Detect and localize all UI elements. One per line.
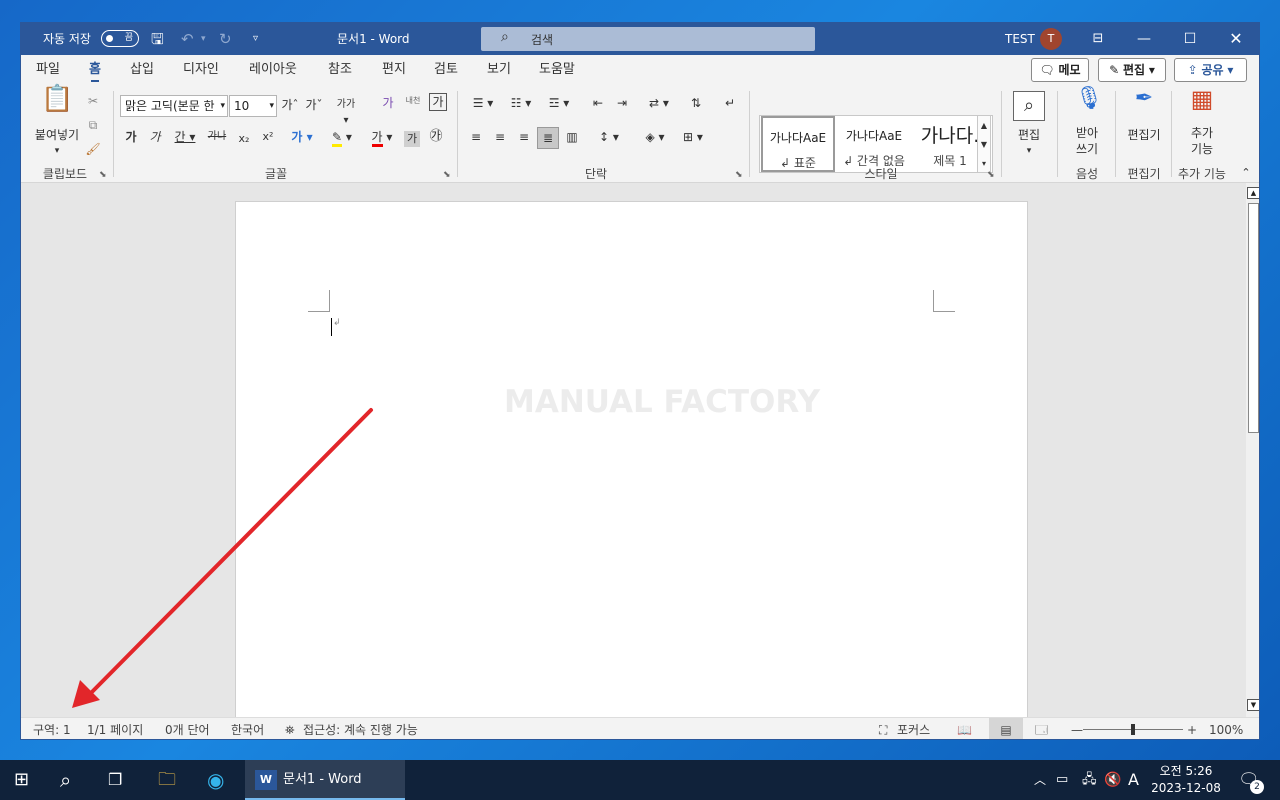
windows-start-icon[interactable]: ⊞ — [14, 760, 29, 800]
taskbar-word-button[interactable]: W 문서1 - Word — [245, 760, 405, 800]
annotation-arrow — [72, 408, 373, 708]
edge-icon[interactable]: ◉ — [207, 760, 224, 800]
taskbar-word-label: 문서1 - Word — [283, 772, 362, 787]
clock-date: 2023-12-08 — [1151, 781, 1221, 795]
search-icon[interactable]: ⌕ — [60, 760, 71, 800]
volume-muted-icon[interactable]: 🔇 — [1104, 760, 1121, 800]
network-icon[interactable]: 🖧 — [1082, 760, 1097, 800]
battery-icon[interactable]: ▭ — [1056, 760, 1068, 800]
ime-indicator[interactable]: A — [1128, 760, 1139, 800]
task-view-icon[interactable]: ❐ — [108, 760, 122, 800]
taskbar: ⊞ ⌕ ❐ 🗀 ◉ W 문서1 - Word ︿ ▭ 🖧 🔇 A 오전 5:26… — [0, 760, 1280, 800]
clock-time: 오전 5:26 — [1159, 764, 1213, 778]
file-explorer-icon[interactable]: 🗀 — [158, 760, 176, 800]
notification-count-badge: 2 — [1250, 780, 1264, 794]
show-hidden-icons-icon[interactable]: ︿ — [1034, 760, 1046, 800]
word-icon: W — [255, 770, 277, 790]
clock[interactable]: 오전 5:26 2023-12-08 — [1148, 760, 1224, 800]
